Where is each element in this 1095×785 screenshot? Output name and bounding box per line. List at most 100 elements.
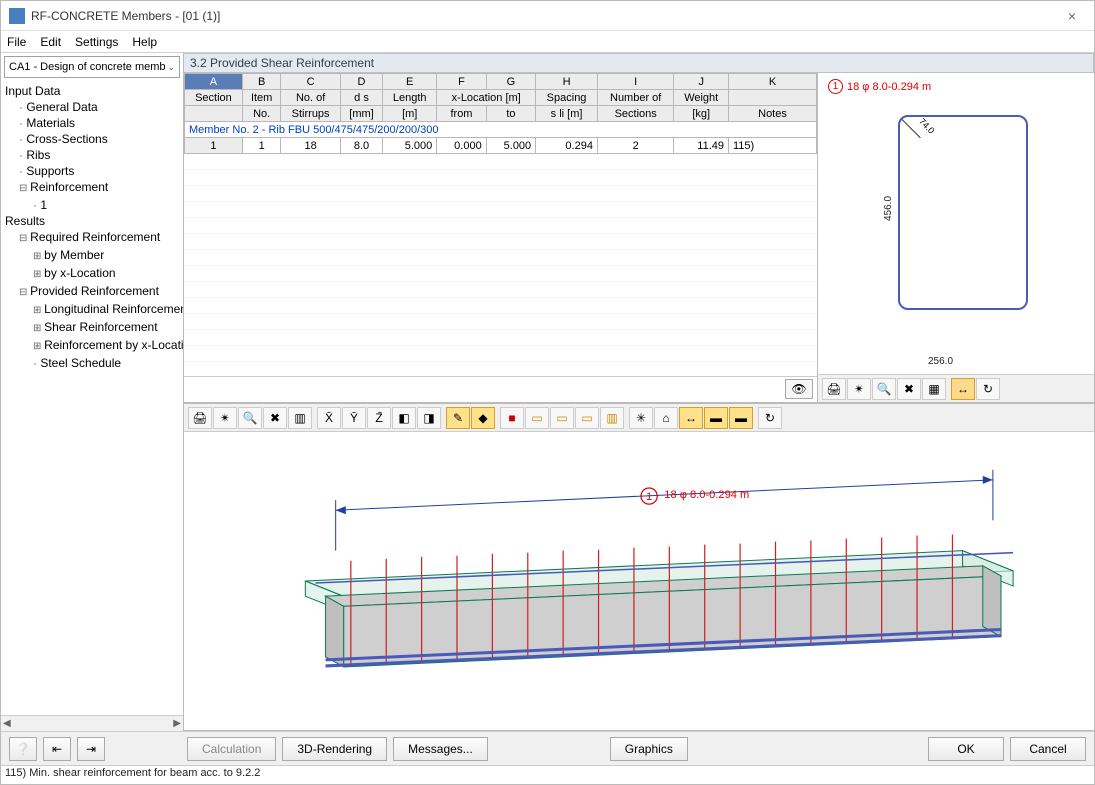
prev-button[interactable]: ⇤ bbox=[43, 737, 71, 761]
tb-sec[interactable]: ▬ bbox=[704, 407, 728, 429]
tb-part[interactable]: ▥ bbox=[288, 407, 312, 429]
tree-materials[interactable]: Materials bbox=[1, 115, 183, 131]
tb-rebar[interactable]: ▬ bbox=[729, 407, 753, 429]
tree-horizontal-scrollbar[interactable]: ◀ ▶ bbox=[1, 715, 183, 731]
cell-notes[interactable]: 115) bbox=[729, 138, 817, 154]
calculation-button[interactable]: Calculation bbox=[187, 737, 276, 761]
messages-button[interactable]: Messages... bbox=[393, 737, 488, 761]
print-button[interactable]: 🖨 bbox=[822, 378, 846, 400]
view3d-canvas[interactable]: 1 18 φ 8.0-0.294 m bbox=[184, 432, 1094, 731]
col-E[interactable]: E bbox=[383, 74, 437, 90]
col-F[interactable]: F bbox=[437, 74, 486, 90]
hdr-length: Length bbox=[383, 90, 437, 106]
cell-stirrups[interactable]: 18 bbox=[281, 138, 340, 154]
tree-general-data[interactable]: General Data bbox=[1, 99, 183, 115]
tb-persp[interactable]: ◨ bbox=[417, 407, 441, 429]
cancel-button[interactable]: Cancel bbox=[1010, 737, 1086, 761]
case-dropdown[interactable]: CA1 - Design of concrete memb ⌄ bbox=[4, 56, 180, 78]
labels-button[interactable]: ▦ bbox=[922, 378, 946, 400]
tree-by-member[interactable]: by Member bbox=[1, 247, 183, 265]
table-row[interactable]: 1 1 18 8.0 5.000 0.000 5.000 0.294 2 11.… bbox=[185, 138, 817, 154]
tb-zoom[interactable]: 🔍 bbox=[238, 407, 262, 429]
hdr2-section bbox=[185, 106, 243, 122]
cell-section[interactable]: 1 bbox=[185, 138, 243, 154]
menu-edit[interactable]: Edit bbox=[40, 35, 61, 49]
tb-viewy[interactable]: Ȳ bbox=[342, 407, 366, 429]
print-icon: 🖨 bbox=[826, 382, 841, 396]
tb-viewz[interactable]: Z̄ bbox=[367, 407, 391, 429]
col-G[interactable]: G bbox=[486, 74, 535, 90]
tree-reinforcement-1[interactable]: 1 bbox=[1, 197, 183, 213]
col-C[interactable]: C bbox=[281, 74, 340, 90]
tb-sup[interactable]: ⌂ bbox=[654, 407, 678, 429]
tb-dim[interactable]: ↔ bbox=[679, 407, 703, 429]
tb-ratio1[interactable]: ▭ bbox=[525, 407, 549, 429]
refresh-button[interactable]: ↻ bbox=[976, 378, 1000, 400]
tree-supports[interactable]: Supports bbox=[1, 163, 183, 179]
tree-shear-reinf[interactable]: Shear Reinforcement bbox=[1, 319, 183, 337]
tb-mode2[interactable]: ◆ bbox=[471, 407, 495, 429]
cell-ds[interactable]: 8.0 bbox=[340, 138, 382, 154]
next-button[interactable]: ⇥ bbox=[77, 737, 105, 761]
menu-help[interactable]: Help bbox=[132, 35, 157, 49]
ok-button[interactable]: OK bbox=[928, 737, 1004, 761]
tree-steel-schedule[interactable]: Steel Schedule bbox=[1, 355, 183, 371]
tb-clear[interactable]: ✖ bbox=[263, 407, 287, 429]
tb-ratio4[interactable]: ▥ bbox=[600, 407, 624, 429]
tree-by-x-location[interactable]: by x-Location bbox=[1, 265, 183, 283]
help-button[interactable]: ❔ bbox=[9, 737, 37, 761]
graphics-button[interactable]: Graphics bbox=[610, 737, 688, 761]
tb-iso[interactable]: ◧ bbox=[392, 407, 416, 429]
col-J[interactable]: J bbox=[674, 74, 729, 90]
cell-length[interactable]: 5.000 bbox=[383, 138, 437, 154]
col-I[interactable]: I bbox=[597, 74, 673, 90]
cell-to[interactable]: 5.000 bbox=[486, 138, 535, 154]
tree-input-data[interactable]: Input Data bbox=[1, 83, 183, 99]
menu-file[interactable]: File bbox=[7, 35, 26, 49]
col-D[interactable]: D bbox=[340, 74, 382, 90]
cross-section-canvas[interactable]: 1 18 φ 8.0-0.294 m 74.0 256.0 456.0 bbox=[818, 73, 1094, 374]
dimensions-button[interactable]: ↔ bbox=[951, 378, 975, 400]
ratio4-icon: ▥ bbox=[606, 411, 617, 425]
tree-reinforcement[interactable]: Reinforcement bbox=[1, 179, 183, 197]
cell-spacing[interactable]: 0.294 bbox=[536, 138, 598, 154]
nav-tree[interactable]: Input Data General Data Materials Cross-… bbox=[1, 81, 183, 715]
tree-cross-sections[interactable]: Cross-Sections bbox=[1, 131, 183, 147]
col-A[interactable]: A bbox=[185, 74, 243, 90]
cell-weight[interactable]: 11.49 bbox=[674, 138, 729, 154]
data-grid[interactable]: A B C D E F G H I J K Section Item bbox=[184, 73, 818, 403]
tb-axes[interactable]: ✳ bbox=[629, 407, 653, 429]
tree-required-reinf[interactable]: Required Reinforcement bbox=[1, 229, 183, 247]
tree-ribs[interactable]: Ribs bbox=[1, 147, 183, 163]
tree-provided-reinf[interactable]: Provided Reinforcement bbox=[1, 283, 183, 301]
col-B[interactable]: B bbox=[242, 74, 281, 90]
col-H[interactable]: H bbox=[536, 74, 598, 90]
xsection-dim-height: 456.0 bbox=[883, 196, 894, 221]
tb-viewx[interactable]: X̄ bbox=[317, 407, 341, 429]
sec-icon: ▬ bbox=[710, 411, 722, 425]
tree-reinf-by-x[interactable]: Reinforcement by x-Location bbox=[1, 337, 183, 355]
tb-fill[interactable]: ■ bbox=[500, 407, 524, 429]
cell-item[interactable]: 1 bbox=[242, 138, 281, 154]
find-button[interactable]: ✴ bbox=[847, 378, 871, 400]
scroll-right-icon[interactable]: ▶ bbox=[173, 718, 181, 729]
col-K[interactable]: K bbox=[729, 74, 817, 90]
cell-from[interactable]: 0.000 bbox=[437, 138, 486, 154]
close-icon[interactable]: × bbox=[1058, 8, 1086, 24]
cell-numsec[interactable]: 2 bbox=[597, 138, 673, 154]
tb-refresh[interactable]: ↻ bbox=[758, 407, 782, 429]
member-row[interactable]: Member No. 2 - Rib FBU 500/475/475/200/2… bbox=[185, 122, 817, 138]
tb-print[interactable]: 🖨 bbox=[188, 407, 212, 429]
tree-longitudinal[interactable]: Longitudinal Reinforcement bbox=[1, 301, 183, 319]
tb-ratio2[interactable]: ▭ bbox=[550, 407, 574, 429]
tb-pick[interactable]: ✴ bbox=[213, 407, 237, 429]
tree-results[interactable]: Results bbox=[1, 213, 183, 229]
view-toggle-button[interactable]: 👁 bbox=[785, 379, 813, 399]
zoom-button[interactable]: 🔍 bbox=[872, 378, 896, 400]
3d-rendering-button[interactable]: 3D-Rendering bbox=[282, 737, 387, 761]
menu-settings[interactable]: Settings bbox=[75, 35, 118, 49]
clear-button[interactable]: ✖ bbox=[897, 378, 921, 400]
tb-ratio3[interactable]: ▭ bbox=[575, 407, 599, 429]
tb-mode1[interactable]: ✎ bbox=[446, 407, 470, 429]
scroll-left-icon[interactable]: ◀ bbox=[3, 718, 11, 729]
